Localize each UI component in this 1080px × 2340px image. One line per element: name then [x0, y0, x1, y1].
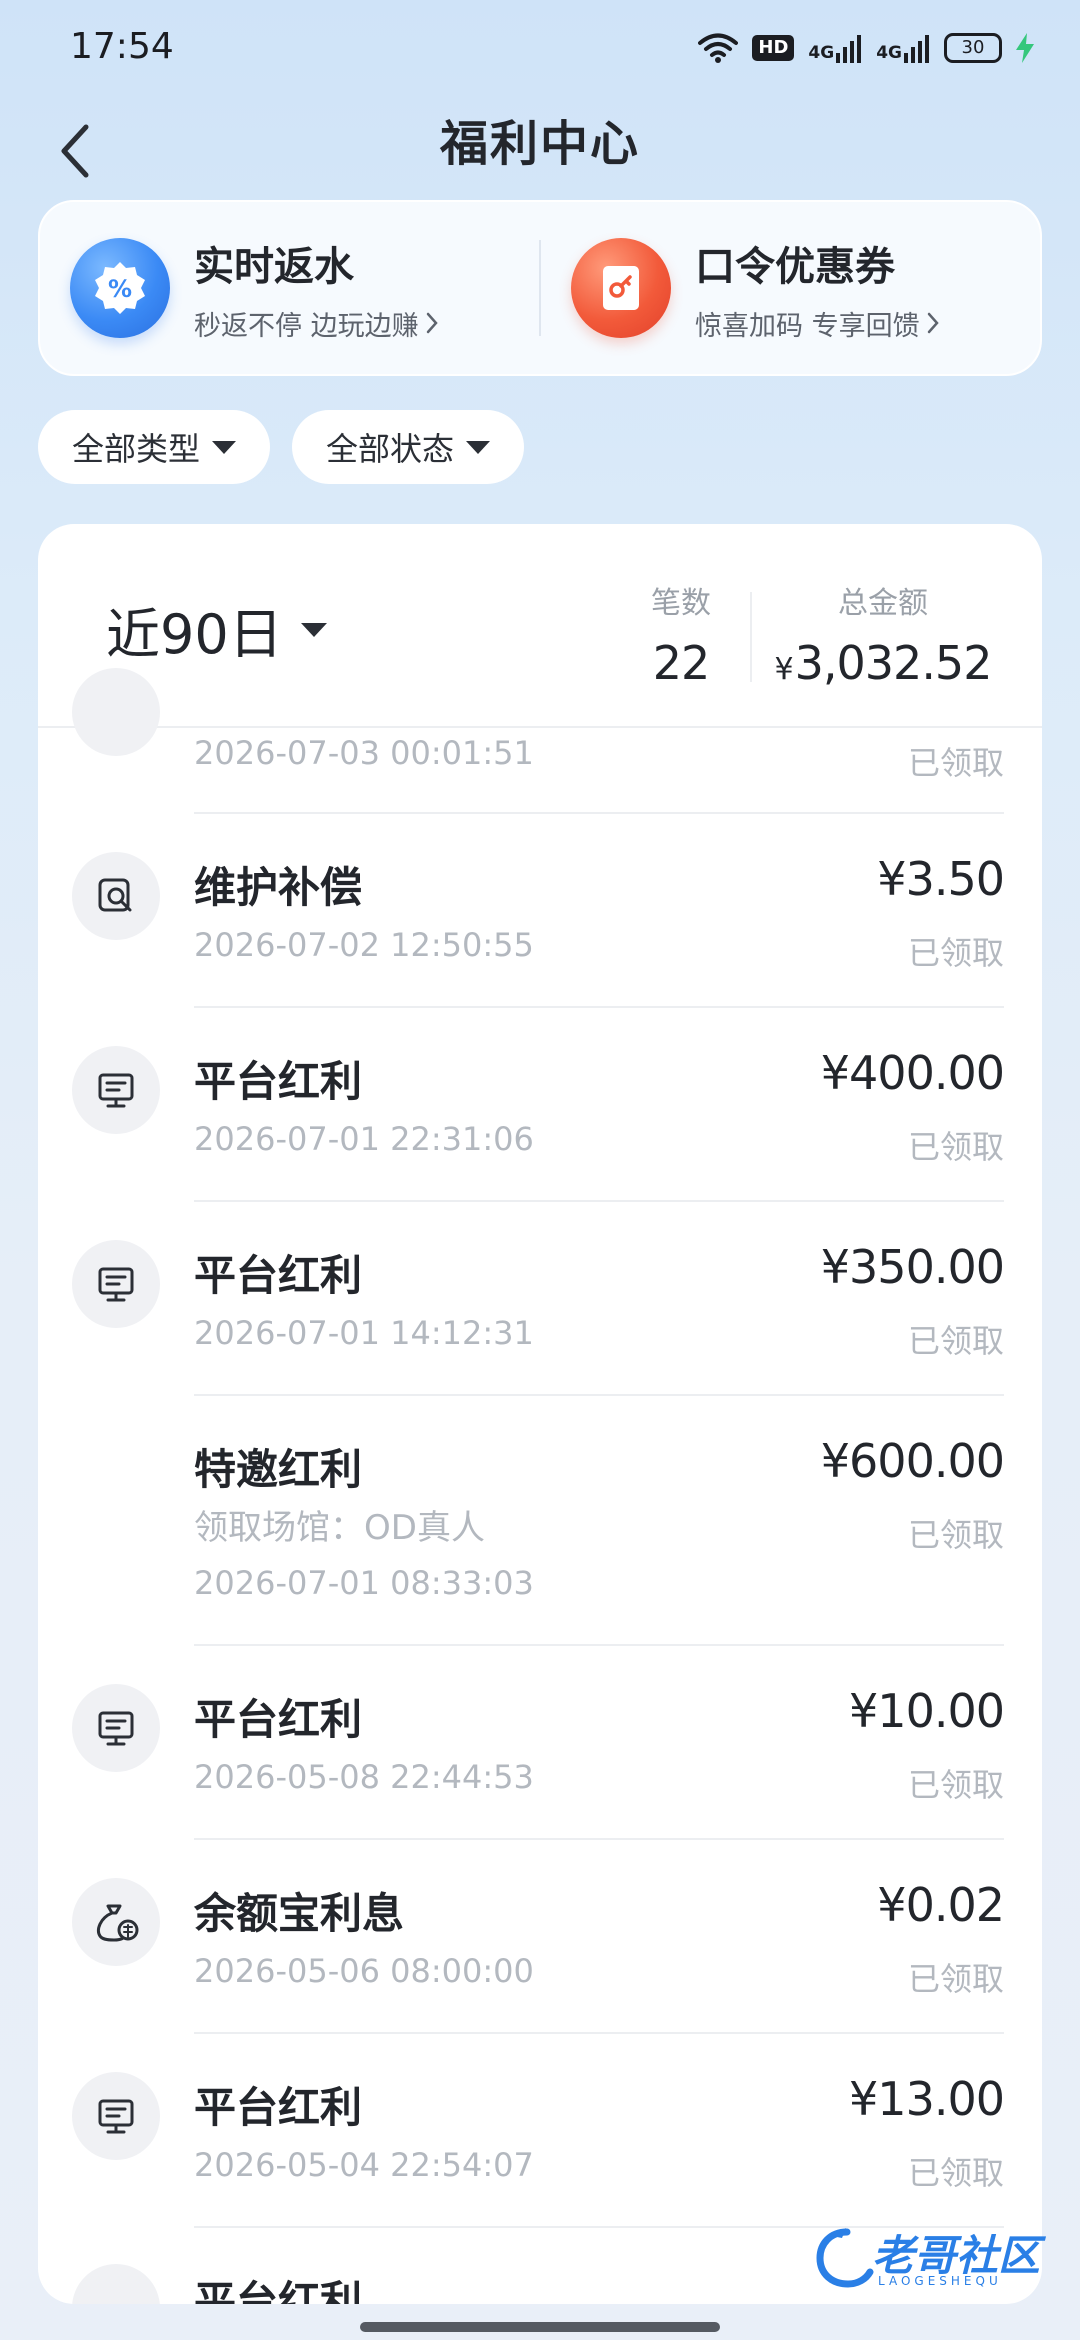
record-status: 已领取	[907, 1960, 1004, 1998]
filter-status-dropdown[interactable]: 全部状态	[292, 410, 525, 484]
page-title: 福利中心	[439, 116, 640, 172]
caret-down-icon	[466, 440, 491, 454]
total-value: 3,032.52	[794, 636, 993, 690]
filter-label: 全部状态	[326, 430, 455, 468]
records-list: 2026-07-03 00:01:51 已领取 维护补偿 2026-07-02 …	[38, 668, 1042, 2304]
promo-title: 实时返水	[194, 243, 354, 290]
caret-down-icon	[212, 440, 237, 454]
record-status: 已领取	[907, 1128, 1004, 1166]
percent-badge-icon: %	[70, 238, 170, 338]
list-item[interactable]: 2026-07-03 00:01:51 已领取	[38, 668, 1042, 814]
stat-divider	[750, 592, 752, 682]
status-time: 17:54	[70, 26, 174, 67]
signal-icon-2: 4G	[876, 33, 930, 63]
record-amount: ¥400.00	[820, 1046, 1005, 1100]
svg-text:%: %	[108, 275, 132, 303]
list-item[interactable]: 余额宝利息 2026-05-06 08:00:00 ¥0.02 已领取	[38, 1840, 1042, 2034]
monitor-icon	[72, 2264, 160, 2304]
signal-icon: 4G	[808, 33, 862, 63]
record-status: 已领取	[907, 934, 1004, 972]
promo-subtitle: 惊喜加码 专享回馈	[695, 310, 920, 342]
record-amount: ¥3.50	[877, 852, 1005, 906]
list-item[interactable]: 维护补偿 2026-07-02 12:50:55 ¥3.50 已领取	[38, 814, 1042, 1008]
chevron-right-icon	[426, 312, 438, 334]
period-selector[interactable]: 近90日	[106, 590, 327, 669]
record-status: 已领取	[907, 1516, 1004, 1554]
record-time: 2026-07-01 14:12:31	[194, 1314, 534, 1352]
record-title: 平台红利	[194, 1695, 363, 1744]
record-amount: ¥0.02	[877, 1878, 1005, 1932]
record-time: 2026-07-01 08:33:03	[194, 1564, 534, 1602]
list-item[interactable]: 平台红利 2026-07-01 22:31:06 ¥400.00 已领取	[38, 1008, 1042, 1202]
record-time: 2026-05-06 08:00:00	[194, 1952, 534, 1990]
record-title: 特邀红利	[194, 1445, 363, 1494]
record-amount: ¥350.00	[820, 1240, 1005, 1294]
record-amount: ¥13.00	[849, 2072, 1005, 2126]
promo-coupon-code[interactable]: 口令优惠券 惊喜加码 专享回馈	[541, 202, 1040, 374]
charging-bolt-icon	[1016, 33, 1034, 63]
key-ticket-icon	[571, 238, 671, 338]
record-time: 2026-05-08 22:44:53	[194, 1758, 534, 1796]
record-time: 2026-07-03 00:01:51	[194, 734, 534, 772]
list-item[interactable]: 平台红利 2026-05-04 22:54:07 ¥13.00 已领取	[38, 2034, 1042, 2228]
record-title: 平台红利	[194, 1057, 363, 1106]
record-title: 余额宝利息	[194, 1889, 405, 1938]
record-time: 2026-07-02 12:50:55	[194, 926, 534, 964]
record-title: 平台红利	[194, 1251, 363, 1300]
caret-down-icon	[300, 622, 327, 637]
records-card: 近90日 笔数 22 总金额 ¥3,032.52 2026-07-03 00:0…	[38, 524, 1042, 2304]
monitor-icon	[72, 1684, 160, 1772]
monitor-icon	[72, 1046, 160, 1134]
count-label: 笔数	[651, 586, 711, 621]
record-title: 平台红利	[194, 2083, 363, 2132]
record-status: 已领取	[907, 1322, 1004, 1360]
list-item[interactable]: 平台红利 2026-05-08 22:44:53 ¥10.00 已领取	[38, 1646, 1042, 1840]
record-status: 已领取	[907, 1766, 1004, 1804]
watermark-logo: 老哥社区 LAOGESHEQU	[812, 2220, 1062, 2300]
record-status: 已领取	[907, 744, 1004, 782]
summary-header: 近90日 笔数 22 总金额 ¥3,032.52	[38, 524, 1042, 728]
record-venue: 领取场馆：OD真人	[194, 1508, 485, 1548]
chevron-right-icon	[927, 312, 939, 334]
list-item[interactable]: 平台红利 2026-07-01 14:12:31 ¥350.00 已领取	[38, 1202, 1042, 1396]
gift-icon	[72, 668, 160, 756]
battery-icon: 30	[944, 33, 1002, 63]
hd-badge: HD	[752, 35, 795, 61]
watermark-subtext: LAOGESHEQU	[878, 2274, 1002, 2288]
record-time: 2026-05-04 22:54:07	[194, 2146, 534, 2184]
wifi-icon	[698, 33, 739, 63]
monitor-icon	[72, 1240, 160, 1328]
promo-realtime-rebate[interactable]: % 实时返水 秒返不停 边玩边赚	[40, 202, 539, 374]
record-amount: ¥10.00	[849, 1684, 1005, 1738]
filter-type-dropdown[interactable]: 全部类型	[38, 410, 271, 484]
filter-label: 全部类型	[72, 430, 201, 468]
filter-row: 全部类型 全部状态	[38, 410, 525, 484]
record-title: 维护补偿	[194, 863, 363, 912]
count-stat: 笔数 22	[616, 578, 746, 690]
status-icons: HD 4G 4G 30	[698, 26, 1034, 70]
money-bag-icon	[72, 1878, 160, 1966]
monitor-icon	[72, 2072, 160, 2160]
record-time: 2026-07-01 22:31:06	[194, 1120, 534, 1158]
promo-subtitle: 秒返不停 边玩边赚	[194, 310, 419, 342]
list-item[interactable]: 特邀红利 领取场馆：OD真人 2026-07-01 08:33:03 ¥600.…	[38, 1396, 1042, 1646]
promo-title: 口令优惠券	[695, 243, 895, 290]
home-indicator[interactable]	[360, 2322, 720, 2332]
count-value: 22	[652, 636, 711, 690]
total-label: 总金额	[838, 586, 928, 621]
period-label: 近90日	[106, 603, 283, 666]
total-stat: 总金额 ¥3,032.52	[773, 578, 993, 690]
search-doc-icon	[72, 852, 160, 940]
record-title: 平台红利	[194, 2277, 363, 2304]
record-status: 已领取	[907, 2154, 1004, 2192]
record-amount: ¥600.00	[820, 1434, 1005, 1488]
total-currency: ¥	[774, 652, 794, 687]
promo-card: % 实时返水 秒返不停 边玩边赚 口令优惠券 惊喜加码 专享回馈	[38, 200, 1042, 376]
status-bar: 17:54 HD 4G 4G 30	[0, 0, 1080, 96]
